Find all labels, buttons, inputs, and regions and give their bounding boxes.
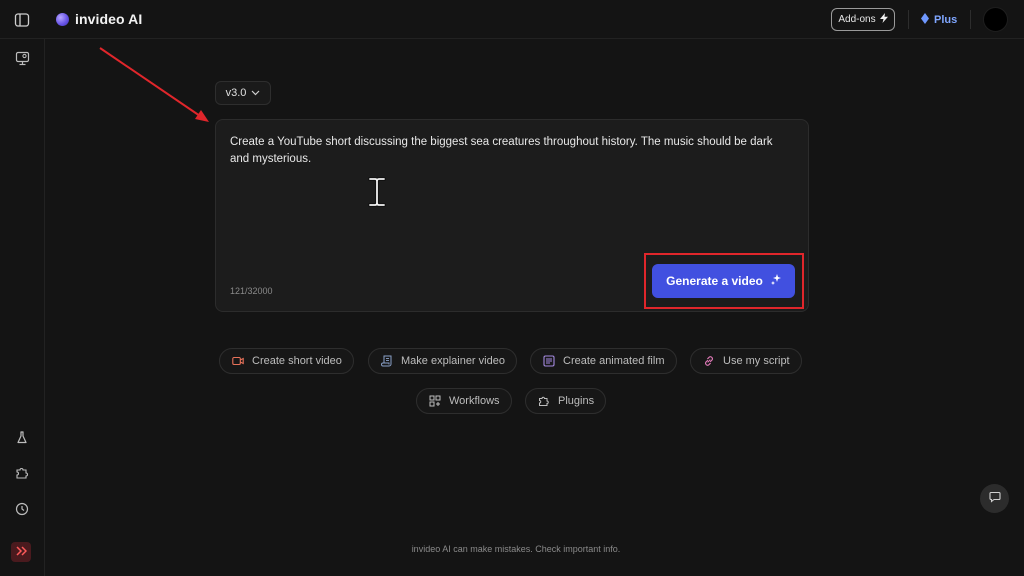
plus-plan-button[interactable]: Plus — [921, 10, 957, 29]
chip-label: Use my script — [723, 355, 790, 367]
text-cursor-icon — [368, 177, 386, 207]
app-root: invideo AI Add-ons Plus v3.0 Create a Yo… — [0, 0, 1024, 576]
logo-icon — [56, 12, 69, 26]
version-select[interactable]: v3.0 — [215, 81, 271, 105]
history-icon[interactable] — [13, 500, 31, 518]
chip-plugins[interactable]: Plugins — [525, 388, 607, 414]
character-count: 121/32000 — [230, 286, 273, 296]
chip-label: Create animated film — [563, 355, 665, 367]
disclaimer-text: invideo AI can make mistakes. Check impo… — [411, 544, 621, 554]
avatar[interactable] — [983, 7, 1008, 32]
header-divider — [908, 10, 909, 29]
header-divider — [970, 10, 971, 29]
list-icon — [543, 355, 555, 367]
chat-support-button[interactable] — [980, 484, 1009, 513]
version-value: v3.0 — [225, 87, 247, 99]
sparkle-icon — [770, 274, 781, 288]
scroll-icon — [381, 355, 393, 367]
link-icon — [703, 355, 715, 367]
grid-icon — [429, 395, 441, 407]
video-camera-icon — [232, 355, 244, 367]
plus-label: Plus — [934, 13, 958, 26]
chip-use-my-script[interactable]: Use my script — [690, 348, 802, 374]
add-ons-button[interactable]: Add-ons — [831, 8, 895, 31]
app-name: invideo AI — [75, 11, 143, 27]
top-bar: invideo AI Add-ons Plus — [0, 0, 1024, 39]
puzzle-icon[interactable] — [13, 464, 31, 482]
monitor-icon[interactable] — [13, 49, 31, 67]
prompt-input[interactable]: Create a YouTube short discussing the bi… — [215, 119, 809, 312]
chip-create-animated-film[interactable]: Create animated film — [530, 348, 677, 374]
flask-icon[interactable] — [13, 428, 31, 446]
generate-label: Generate a video — [666, 274, 763, 288]
app-logo[interactable]: invideo AI — [56, 11, 142, 27]
generate-video-button[interactable]: Generate a video — [652, 264, 795, 298]
chip-create-short-video[interactable]: Create short video — [219, 348, 354, 374]
chip-label: Plugins — [558, 395, 595, 407]
bolt-icon — [879, 13, 888, 26]
prompt-text[interactable]: Create a YouTube short discussing the bi… — [230, 134, 790, 168]
chip-workflows[interactable]: Workflows — [416, 388, 512, 414]
sidebar-toggle-icon[interactable] — [12, 10, 32, 30]
chat-bubble-icon — [988, 490, 1001, 508]
chip-make-explainer-video[interactable]: Make explainer video — [368, 348, 517, 374]
annotation-arrow — [99, 47, 209, 122]
chip-label: Workflows — [449, 395, 500, 407]
chevron-down-icon — [251, 87, 260, 99]
left-rail — [0, 39, 45, 576]
chip-label: Create short video — [252, 355, 342, 367]
diamond-icon — [921, 12, 929, 27]
chip-label: Make explainer video — [401, 355, 505, 367]
puzzle-icon — [538, 395, 550, 407]
add-ons-label: Add-ons — [838, 14, 876, 25]
